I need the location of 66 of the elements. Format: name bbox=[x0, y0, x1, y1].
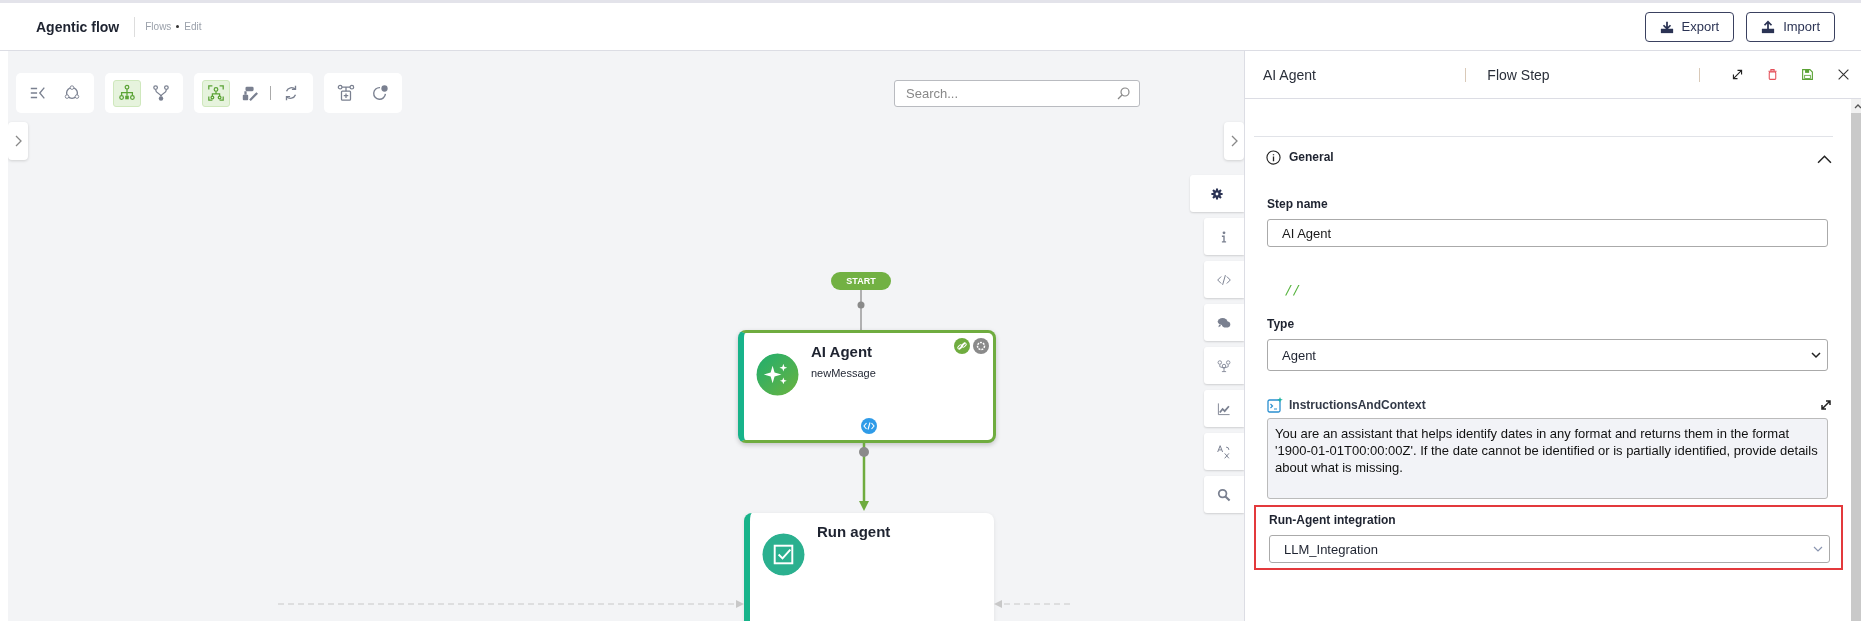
chevron-right-icon bbox=[14, 135, 22, 147]
people-icon bbox=[1217, 358, 1231, 373]
sparkle-icon bbox=[756, 353, 799, 396]
search-icon bbox=[1217, 487, 1231, 502]
side-tab[interactable] bbox=[1190, 175, 1244, 212]
node-subtitle: newMessage bbox=[811, 367, 876, 379]
breadcrumb-separator bbox=[176, 25, 180, 28]
list-collapse-icon bbox=[29, 84, 47, 102]
field-label: Type bbox=[1267, 317, 1296, 331]
info-icon bbox=[1266, 149, 1281, 165]
chevron-down-icon bbox=[1813, 545, 1823, 553]
export-button[interactable]: Export bbox=[1644, 11, 1735, 42]
connector-arrow bbox=[857, 443, 871, 513]
close-icon bbox=[1836, 68, 1850, 81]
trash-icon bbox=[1766, 68, 1780, 81]
instructions-text-area[interactable]: You are an assistant that helps identify dates in any format and returns them in the format '1900-01-01T00:00:00Z'. If the date cannot be identified or is partially identified, provide details about what is missing. bbox=[1267, 418, 1828, 499]
toolbar-button[interactable] bbox=[202, 79, 230, 107]
code-icon bbox=[1217, 272, 1231, 287]
add-node-icon bbox=[337, 84, 355, 102]
node-title: AI Agent bbox=[811, 343, 874, 360]
chart-icon bbox=[1217, 401, 1231, 416]
link-icon[interactable] bbox=[954, 338, 970, 354]
expand-panel-button[interactable] bbox=[1224, 122, 1244, 160]
flow-node[interactable]: Run agent bbox=[744, 513, 994, 621]
import-button[interactable]: Import bbox=[1746, 11, 1835, 42]
expand-icon bbox=[1730, 68, 1744, 81]
code-comment: // bbox=[1285, 282, 1302, 297]
circle-dot-icon bbox=[371, 84, 389, 102]
hierarchy-icon bbox=[118, 84, 136, 102]
cycle-icon bbox=[63, 84, 81, 102]
search-icon bbox=[1117, 86, 1130, 100]
checkbox-icon bbox=[762, 533, 805, 576]
field-label: Run-Agent integration bbox=[1269, 513, 1397, 527]
integration-dropdown[interactable]: LLM_Integration bbox=[1269, 535, 1830, 563]
field-label: Step name bbox=[1267, 197, 1329, 211]
download-icon bbox=[1659, 19, 1674, 34]
node-title: Run agent bbox=[817, 523, 891, 540]
toolbar-button[interactable] bbox=[113, 79, 141, 107]
chevron-right-icon bbox=[1230, 135, 1238, 147]
step-name-field[interactable]: AI Agent bbox=[1267, 219, 1828, 247]
upload-icon bbox=[1761, 19, 1776, 34]
connector-line bbox=[855, 290, 867, 332]
flow-node[interactable]: AI Agent newMessage bbox=[738, 330, 996, 443]
chat-icon bbox=[1217, 315, 1231, 330]
settings-icon[interactable] bbox=[973, 338, 989, 354]
scrollbar[interactable] bbox=[1851, 99, 1861, 621]
expand-icon bbox=[1819, 398, 1833, 412]
settings-icon bbox=[1210, 186, 1224, 201]
expand-panel-button[interactable] bbox=[8, 122, 28, 160]
panel-subtitle: Flow Step bbox=[1487, 66, 1551, 83]
translate-icon bbox=[1217, 444, 1231, 459]
chevron-down-icon bbox=[1811, 351, 1821, 359]
edit-node-icon bbox=[241, 84, 259, 102]
terminal-sparkle-icon bbox=[1267, 397, 1283, 413]
scroll-up-icon bbox=[1853, 103, 1861, 109]
page-title: Agentic flow bbox=[36, 18, 120, 35]
code-icon[interactable] bbox=[861, 418, 877, 434]
field-label: InstructionsAndContext bbox=[1289, 398, 1427, 412]
expand-button[interactable] bbox=[1819, 398, 1833, 412]
collapse-caret[interactable] bbox=[1817, 152, 1831, 162]
branch-icon bbox=[152, 84, 170, 102]
focus-icon bbox=[207, 84, 225, 102]
type-dropdown[interactable]: Agent bbox=[1267, 339, 1828, 371]
section-title: General bbox=[1289, 150, 1335, 164]
panel-title: AI Agent bbox=[1263, 66, 1317, 83]
search-field[interactable]: Search... bbox=[894, 79, 1140, 107]
